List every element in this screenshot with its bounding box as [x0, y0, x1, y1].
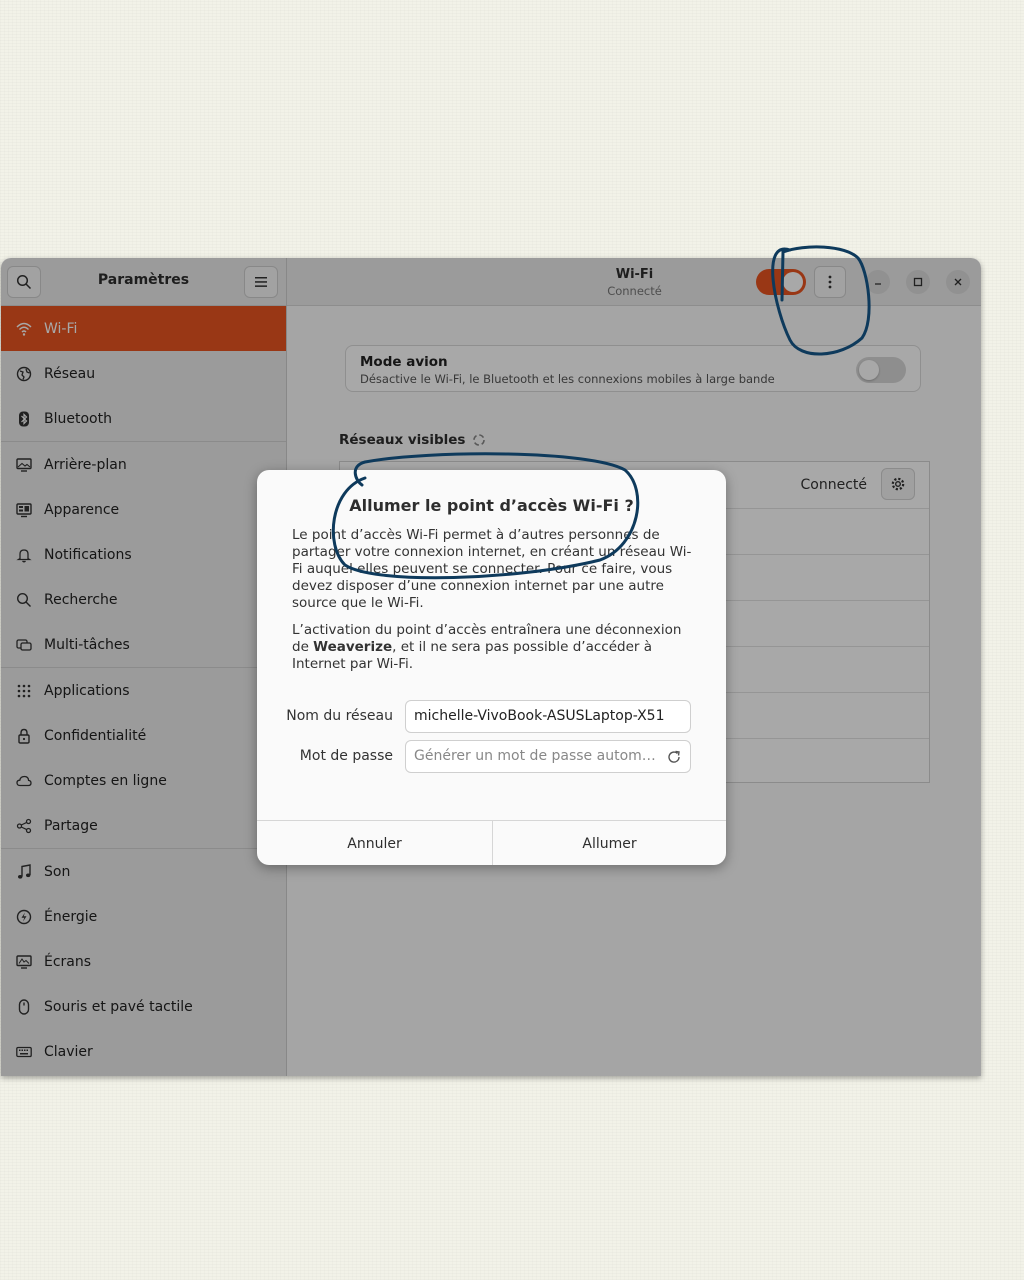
dialog-warning: L’activation du point d’accès entraînera…: [292, 622, 697, 673]
password-field[interactable]: Générer un mot de passe automatiquement: [405, 740, 691, 773]
cancel-button[interactable]: Annuler: [257, 821, 493, 865]
turn-on-button[interactable]: Allumer: [493, 821, 726, 865]
dialog-description: Le point d’accès Wi-Fi permet à d’autres…: [292, 527, 692, 611]
network-name-field[interactable]: michelle-VivoBook-ASUSLaptop-X51: [405, 700, 691, 733]
dialog-footer: Annuler Allumer: [257, 820, 726, 865]
current-network-name: Weaverize: [313, 639, 393, 655]
network-name-label: Nom du réseau: [286, 708, 393, 724]
refresh-icon[interactable]: [666, 749, 682, 765]
dialog-title: Allumer le point d’accès Wi-Fi ?: [349, 496, 634, 515]
password-placeholder: Générer un mot de passe automatiquement: [414, 748, 690, 764]
hotspot-dialog: Allumer le point d’accès Wi-Fi ? Le poin…: [257, 470, 726, 865]
password-label: Mot de passe: [299, 748, 393, 764]
